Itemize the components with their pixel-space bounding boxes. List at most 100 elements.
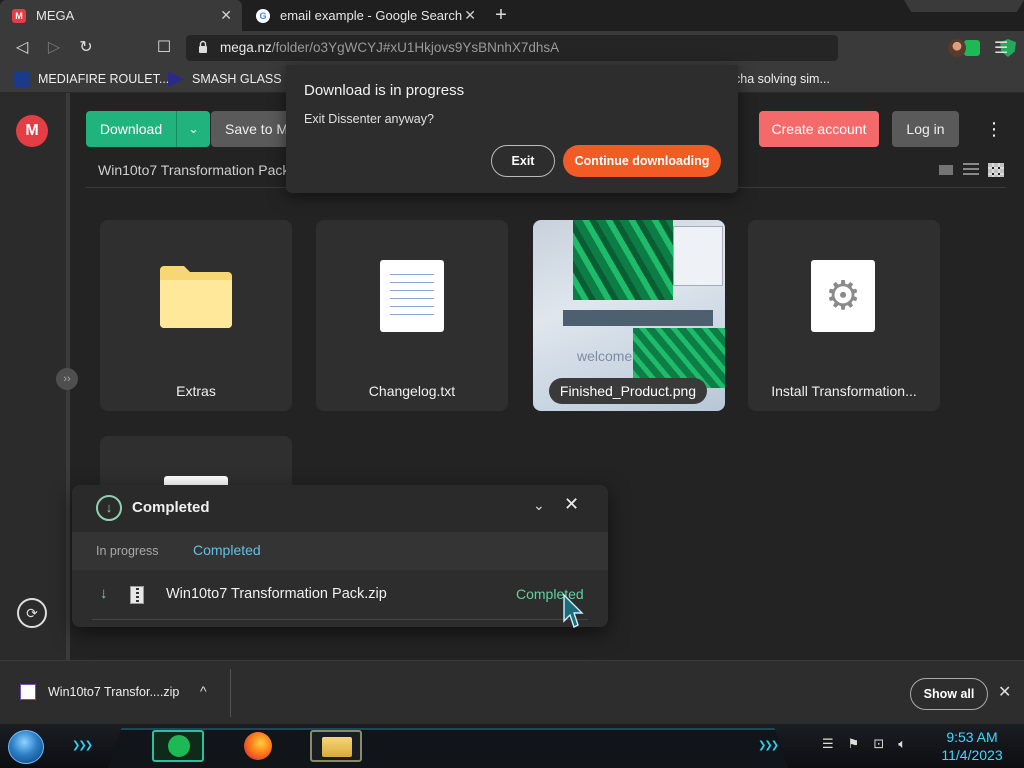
close-panel-icon[interactable]: ✕ (564, 494, 579, 515)
collapse-chevron-icon[interactable]: ⌄ (533, 497, 545, 514)
bookmark-icon[interactable]: ☐ (153, 37, 175, 59)
create-account-button[interactable]: Create account (759, 111, 879, 147)
exit-button[interactable]: Exit (491, 145, 555, 177)
url-text: mega.nz/folder/o3YgWCYJ#xU1Hkjovs9YsBNnh… (220, 40, 559, 55)
text-file-icon (380, 260, 444, 332)
taskbar-spotify-icon[interactable] (152, 730, 204, 762)
zip-file-icon (130, 586, 144, 604)
tab-mega[interactable]: M MEGA ✕ (0, 0, 242, 31)
transfer-panel-title: Completed (132, 499, 210, 516)
google-favicon-icon: G (256, 8, 270, 23)
file-tile-extras[interactable]: Extras (100, 220, 292, 411)
bookmark-label: MEDIAFIRE ROULET... (38, 72, 170, 86)
login-button[interactable]: Log in (892, 111, 959, 147)
forward-button[interactable]: ▷ (43, 37, 65, 59)
start-button-icon[interactable] (8, 730, 44, 764)
url-host: mega.nz (220, 40, 272, 55)
taskbar-chevrons-left: ❯❯❯ (72, 740, 93, 751)
dialog-message: Exit Dissenter anyway? (304, 112, 434, 126)
address-bar[interactable]: mega.nz/folder/o3YgWCYJ#xU1Hkjovs9YsBNnh… (186, 35, 1016, 61)
download-options-caret-icon[interactable]: ^ (200, 683, 207, 699)
mega-favicon-icon: M (12, 8, 26, 23)
save-to-mega-button[interactable]: Save to M (211, 111, 291, 147)
download-label[interactable]: Download (86, 111, 176, 147)
row-divider (92, 619, 588, 620)
transfer-row[interactable]: ↓ Win10to7 Transformation Pack.zip Compl… (72, 571, 608, 627)
transfer-file-name: Win10to7 Transformation Pack.zip (166, 586, 387, 602)
thumbnail-text: welcome (577, 348, 633, 364)
close-tab-icon[interactable]: ✕ (464, 7, 476, 24)
browser-toolbar: ◁ ▷ ↻ ☐ mega.nz/folder/o3YgWCYJ#xU1Hkjov… (0, 31, 1024, 65)
completed-check-icon: ↓ (96, 495, 122, 521)
file-name: Changelog.txt (368, 383, 456, 399)
transfer-panel-header: ↓ Completed ⌄ ✕ (72, 485, 608, 532)
clock-time: 9:53 AM (946, 729, 998, 745)
tab-title: email example - Google Search (280, 8, 463, 23)
lock-icon (199, 40, 207, 53)
bookmark-smash-glass[interactable]: SMASH GLASS IN (168, 71, 298, 87)
tab-completed[interactable]: Completed (193, 542, 261, 558)
file-tile-finished-product[interactable]: welcome Finished_Product.png (533, 220, 725, 411)
image-view-icon[interactable] (938, 163, 954, 177)
show-desktop-icon[interactable]: ☰ (822, 736, 834, 752)
zip-file-icon (20, 684, 36, 700)
close-shelf-icon[interactable]: ✕ (998, 682, 1011, 702)
mega-logo-icon[interactable]: M (16, 115, 48, 147)
sidebar-toggle-handle[interactable]: ›› (56, 368, 78, 390)
download-arrow-icon: ↓ (100, 585, 108, 602)
sync-icon[interactable]: ⟳ (17, 598, 47, 628)
file-tile-installer[interactable]: ⚙ Install Transformation... (748, 220, 940, 411)
new-tab-button[interactable]: + (490, 4, 512, 26)
url-path: /folder/o3YgWCYJ#xU1Hkjovs9YsBNnhX7dhsA (271, 40, 560, 55)
taskbar-chevrons-right: ❯❯❯ (758, 740, 779, 751)
window-controls (904, 0, 1024, 12)
show-all-button[interactable]: Show all (910, 678, 988, 710)
folder-icon (160, 266, 232, 328)
shelf-separator (230, 669, 231, 717)
tab-google-search[interactable]: G email example - Google Search ✕ (244, 0, 486, 31)
extension-chat-icon[interactable] (964, 40, 980, 56)
screen: M MEGA ✕ G email example - Google Search… (0, 0, 1024, 768)
os-taskbar: ❯❯❯ ❯❯❯ ☰ ⚑ ⊡ 🔈︎ 9:53 AM 11/4/2023 (0, 724, 1024, 768)
list-view-icon[interactable] (963, 163, 979, 177)
back-button[interactable]: ◁ (11, 37, 33, 59)
download-dropdown-icon[interactable]: ⌄ (176, 111, 210, 147)
download-item-name[interactable]: Win10to7 Transfor....zip (48, 685, 179, 699)
dialog-title: Download is in progress (304, 82, 465, 99)
taskbar-decoration (108, 728, 788, 768)
continue-downloading-button[interactable]: Continue downloading (563, 145, 721, 177)
clock-date: 11/4/2023 (941, 747, 1003, 763)
tab-in-progress[interactable]: In progress (96, 544, 159, 558)
download-shelf: Win10to7 Transfor....zip ^ Show all ✕ (0, 660, 1024, 724)
grid-view-icon[interactable] (988, 163, 1004, 177)
file-name: Finished_Product.png (549, 378, 707, 404)
bookmark-label: SMASH GLASS IN (192, 72, 298, 86)
system-tray: ☰ ⚑ ⊡ 🔈︎ (822, 736, 906, 752)
mediafire-icon (14, 71, 30, 87)
tab-title: MEGA (36, 8, 75, 23)
file-tile-changelog[interactable]: Changelog.txt (316, 220, 508, 411)
view-switcher (938, 163, 1004, 177)
folder-breadcrumb: Win10to7 Transformation Pack (98, 162, 288, 178)
more-options-icon[interactable]: ⋮ (985, 119, 1003, 140)
bookmark-mediafire[interactable]: MEDIAFIRE ROULET... (14, 71, 169, 87)
taskbar-clock[interactable]: 9:53 AM 11/4/2023 (936, 728, 1008, 764)
browser-menu-icon[interactable]: ☰ (994, 38, 1008, 58)
network-icon[interactable]: ⊡ (873, 736, 884, 752)
taskbar-firefox-icon[interactable] (240, 730, 292, 762)
reload-button[interactable]: ↻ (75, 37, 97, 59)
exit-confirm-dialog: Download is in progress Exit Dissenter a… (286, 65, 738, 193)
gear-icon: ⚙ (811, 260, 875, 332)
profile-avatar[interactable] (948, 39, 966, 57)
taskbar-file-explorer-icon[interactable] (310, 730, 362, 762)
bookmark-captcha[interactable]: cha solving sim... (734, 72, 830, 86)
transfer-tabs: In progress Completed (72, 532, 608, 570)
file-name: Extras (176, 383, 216, 399)
volume-icon[interactable]: 🔈︎ (898, 736, 906, 752)
mouse-cursor-icon (563, 593, 584, 628)
glass-icon (168, 71, 184, 87)
transfer-manager-panel: ↓ Completed ⌄ ✕ In progress Completed ↓ … (72, 485, 608, 627)
flag-icon[interactable]: ⚑ (848, 736, 860, 752)
download-button[interactable]: Download ⌄ (86, 111, 210, 147)
close-tab-icon[interactable]: ✕ (220, 7, 232, 24)
